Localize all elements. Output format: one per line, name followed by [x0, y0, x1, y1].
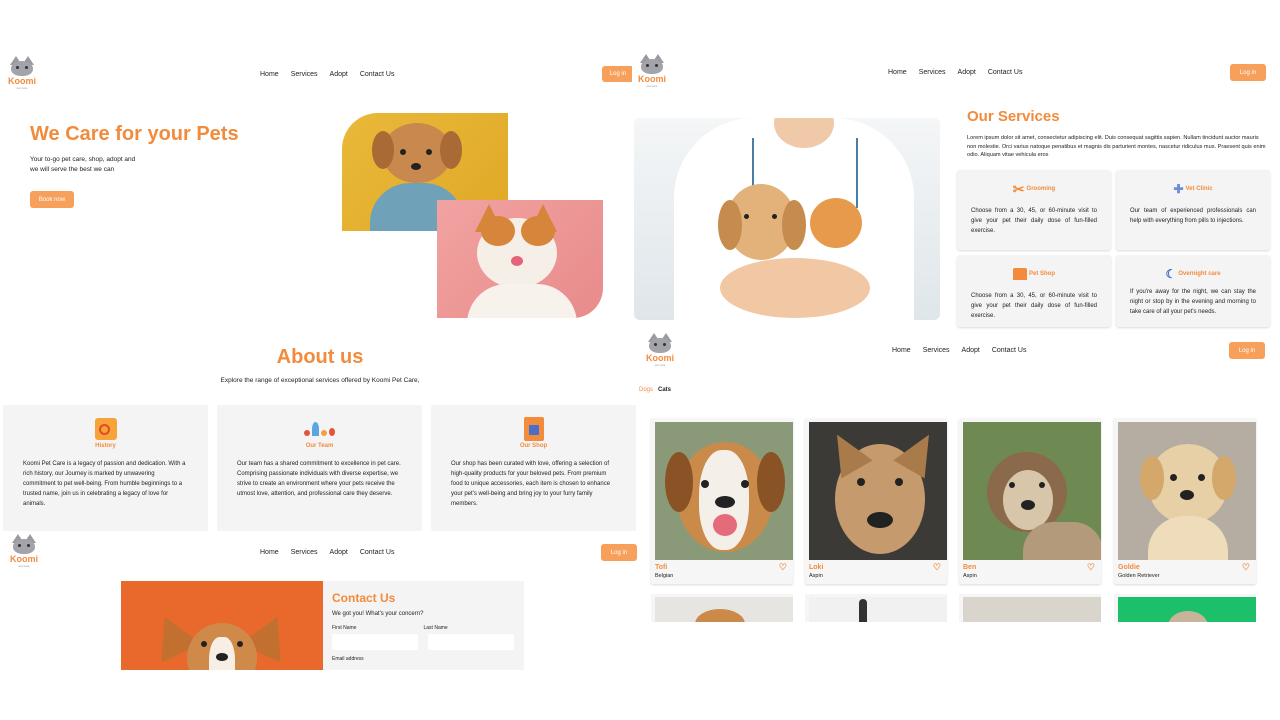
login-button[interactable]: Log in: [1230, 64, 1266, 81]
nav-contact[interactable]: Contact Us: [992, 347, 1027, 354]
nav-services[interactable]: Services: [919, 69, 946, 76]
adopt-panel-header: Koomi pet care Home Services Adopt Conta…: [640, 330, 1280, 370]
koomi-logo[interactable]: Koomi pet care: [646, 333, 674, 367]
overnight-care-icon: ☾: [1165, 267, 1177, 281]
main-nav: Home Services Adopt Contact Us: [260, 71, 394, 78]
services-title: Our Services: [967, 108, 1060, 125]
heart-icon[interactable]: ♡: [1242, 563, 1250, 572]
nav-home[interactable]: Home: [888, 69, 907, 76]
tab-cats[interactable]: Cats: [658, 387, 671, 393]
nav-services[interactable]: Services: [923, 347, 950, 354]
login-button[interactable]: Log in: [1229, 342, 1265, 359]
nav-adopt[interactable]: Adopt: [962, 347, 980, 354]
contact-panel-header: Koomi pet care Home Services Adopt Conta…: [0, 532, 640, 572]
service-card-vet-clinic[interactable]: ✚ Vet Clinic Our team of experienced prof…: [1116, 170, 1270, 250]
book-now-button[interactable]: Book now: [30, 191, 74, 208]
last-name-field[interactable]: [428, 634, 514, 650]
cat-logo-icon: [638, 54, 666, 74]
heart-icon[interactable]: ♡: [779, 563, 787, 572]
login-button[interactable]: Log in: [602, 66, 634, 82]
pet-photo: [655, 422, 793, 560]
services-intro: Lorem ipsum dolor sit amet, consectetur …: [967, 135, 1266, 158]
nav-adopt[interactable]: Adopt: [330, 549, 348, 556]
pet-photo: [809, 422, 947, 560]
nav-contact[interactable]: Contact Us: [360, 549, 395, 556]
pet-card-partial[interactable]: [805, 594, 947, 622]
team-icon: [304, 422, 335, 436]
heart-icon[interactable]: ♡: [1087, 563, 1095, 572]
contact-form: Contact Us We got you! What's your conce…: [323, 581, 524, 670]
main-nav: Home Services Adopt Contact Us: [888, 69, 1022, 76]
pet-shop-icon: [1012, 268, 1027, 280]
vet-photo: [634, 118, 940, 320]
pet-card-goldie[interactable]: Goldie ♡ Golden Retriever: [1114, 418, 1256, 584]
main-nav: Home Services Adopt Contact Us: [892, 347, 1026, 354]
login-button[interactable]: Log in: [601, 544, 637, 561]
pet-card-loki[interactable]: Loki ♡ Aspin: [805, 418, 947, 584]
hero-subtitle: Your to-go pet care, shop, adopt and we …: [30, 156, 136, 173]
nav-contact[interactable]: Contact Us: [360, 71, 395, 78]
pet-photo: [1118, 422, 1256, 560]
nav-services[interactable]: Services: [291, 549, 318, 556]
about-subtitle: Explore the range of exceptional service…: [220, 377, 420, 384]
nav-contact[interactable]: Contact Us: [988, 69, 1023, 76]
tab-dogs[interactable]: Dogs: [639, 387, 653, 393]
vet-clinic-icon: ✚: [1173, 182, 1184, 196]
nav-adopt[interactable]: Adopt: [330, 71, 348, 78]
pet-card-partial[interactable]: [959, 594, 1101, 622]
corgi-photo: [121, 581, 323, 670]
service-card-grooming[interactable]: ✂ Grooming Choose from a 30, 45, or 60-mi…: [957, 170, 1111, 250]
service-card-overnight-care[interactable]: ☾ Overnight care If you're away for the n…: [1116, 255, 1270, 327]
main-nav: Home Services Adopt Contact Us: [260, 549, 394, 556]
nav-home[interactable]: Home: [260, 71, 279, 78]
pet-photo: [963, 422, 1101, 560]
about-card-team: Our Team Our team has a shared commitmen…: [217, 405, 422, 531]
nav-home[interactable]: Home: [260, 549, 279, 556]
pet-card-partial[interactable]: [651, 594, 793, 622]
service-card-pet-shop[interactable]: Pet Shop Choose from a 30, 45, or 60-min…: [957, 255, 1111, 327]
about-card-shop: Our Shop Our shop has been curated with …: [431, 405, 636, 531]
pet-type-tabs: Dogs Cats: [639, 387, 671, 393]
koomi-logo[interactable]: Koomi pet care: [10, 534, 38, 568]
nav-services[interactable]: Services: [291, 71, 318, 78]
cat-logo-icon: [10, 534, 38, 554]
cat-logo-icon: [646, 333, 674, 353]
first-name-label: First Name: [332, 625, 357, 631]
cat-logo-icon: [8, 56, 36, 76]
nav-home[interactable]: Home: [892, 347, 911, 354]
pet-card-partial[interactable]: [1114, 594, 1256, 622]
contact-subtitle: We got you! What's your concern?: [332, 611, 424, 617]
koomi-logo[interactable]: Koomi pet care: [8, 56, 36, 90]
about-card-history: History Koomi Pet Care is a legacy of pa…: [3, 405, 208, 531]
nav-adopt[interactable]: Adopt: [958, 69, 976, 76]
cat-photo: [437, 200, 603, 318]
contact-title: Contact Us: [332, 591, 396, 605]
grooming-icon: ✂: [1012, 180, 1025, 197]
pet-card-tofi[interactable]: Tofi ♡ Belgian: [651, 418, 793, 584]
email-label: Email address: [332, 656, 364, 662]
koomi-logo[interactable]: Koomi pet care: [638, 54, 666, 88]
history-icon: [94, 418, 117, 440]
heart-icon[interactable]: ♡: [933, 563, 941, 572]
hero-title: We Care for your Pets: [30, 123, 239, 145]
first-name-field[interactable]: [332, 634, 418, 650]
about-title: About us: [276, 346, 364, 368]
pet-card-ben[interactable]: Ben ♡ Aspin: [959, 418, 1101, 584]
shop-icon: [523, 417, 544, 441]
last-name-label: Last Name: [423, 625, 448, 631]
